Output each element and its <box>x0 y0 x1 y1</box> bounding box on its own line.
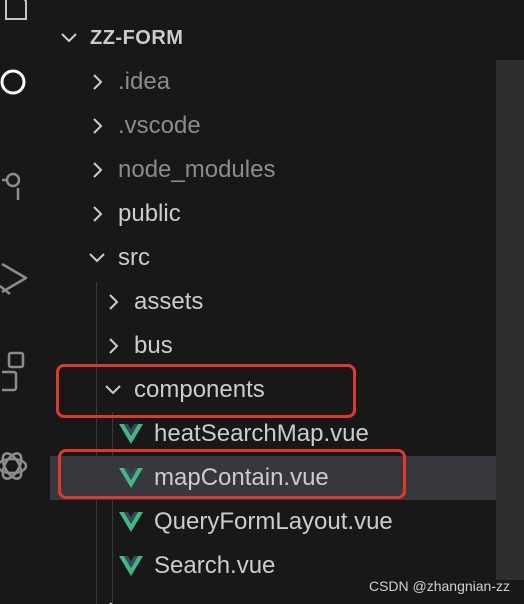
chevron-right-icon <box>93 118 103 134</box>
annotation-box-mapcontain <box>58 449 406 499</box>
files-icon[interactable] <box>0 0 34 28</box>
tree-item-idea[interactable]: .idea <box>50 60 524 104</box>
tree-item-bus[interactable]: bus <box>50 324 524 368</box>
openai-icon[interactable] <box>0 446 34 486</box>
chevron-right-icon <box>109 338 119 354</box>
source-control-icon[interactable] <box>0 160 34 200</box>
tree-item-label: Search.vue <box>154 552 276 579</box>
search-icon[interactable] <box>0 62 34 102</box>
tree-item-src[interactable]: src <box>50 236 524 280</box>
extensions-icon[interactable] <box>0 351 34 392</box>
tree-item-label: .vscode <box>118 112 201 139</box>
tree-item-label: src <box>118 244 150 271</box>
tree-item-node-modules[interactable]: node_modules <box>50 148 524 192</box>
run-debug-icon[interactable] <box>0 258 34 298</box>
vue-file-icon <box>119 512 143 532</box>
chevron-right-icon <box>93 206 103 222</box>
tree-item-queryformlayout-vue[interactable]: QueryFormLayout.vue <box>50 500 524 544</box>
vscode-window: ZZ-FORM .idea .vscode node_modules publi… <box>0 0 524 604</box>
chevron-right-icon <box>93 162 103 178</box>
explorer-scrollbar[interactable] <box>496 0 524 604</box>
chevron-right-icon <box>109 294 119 310</box>
scrollbar-thumb[interactable] <box>496 60 524 580</box>
tree-item-assets[interactable]: assets <box>50 280 524 324</box>
tree-item-label: assets <box>134 288 204 315</box>
explorer-panel: ZZ-FORM .idea .vscode node_modules publi… <box>50 0 524 604</box>
tree-item-label: .idea <box>118 68 171 95</box>
vue-file-icon <box>119 556 143 576</box>
vue-file-icon <box>119 424 143 444</box>
chevron-down-icon <box>89 253 105 263</box>
annotation-box-components <box>56 364 356 418</box>
tree-item-label: heatSearchMap.vue <box>154 420 369 447</box>
tree-item-label: QueryFormLayout.vue <box>154 508 393 535</box>
tree-item-vscode[interactable]: .vscode <box>50 104 524 148</box>
activity-bar <box>0 0 44 604</box>
chevron-down-icon <box>61 33 77 43</box>
tree-root-zz-form[interactable]: ZZ-FORM <box>50 16 524 60</box>
watermark: CSDN @zhangnian-zz <box>368 578 510 594</box>
chevron-right-icon <box>93 74 103 90</box>
tree-item-public[interactable]: public <box>50 192 524 236</box>
chevron-right-icon <box>109 602 113 604</box>
tree-item-label: node_modules <box>118 156 276 183</box>
tree-item-label: public <box>118 200 181 227</box>
tree-root-label: ZZ-FORM <box>90 26 184 49</box>
tree-item-label: bus <box>134 332 173 359</box>
